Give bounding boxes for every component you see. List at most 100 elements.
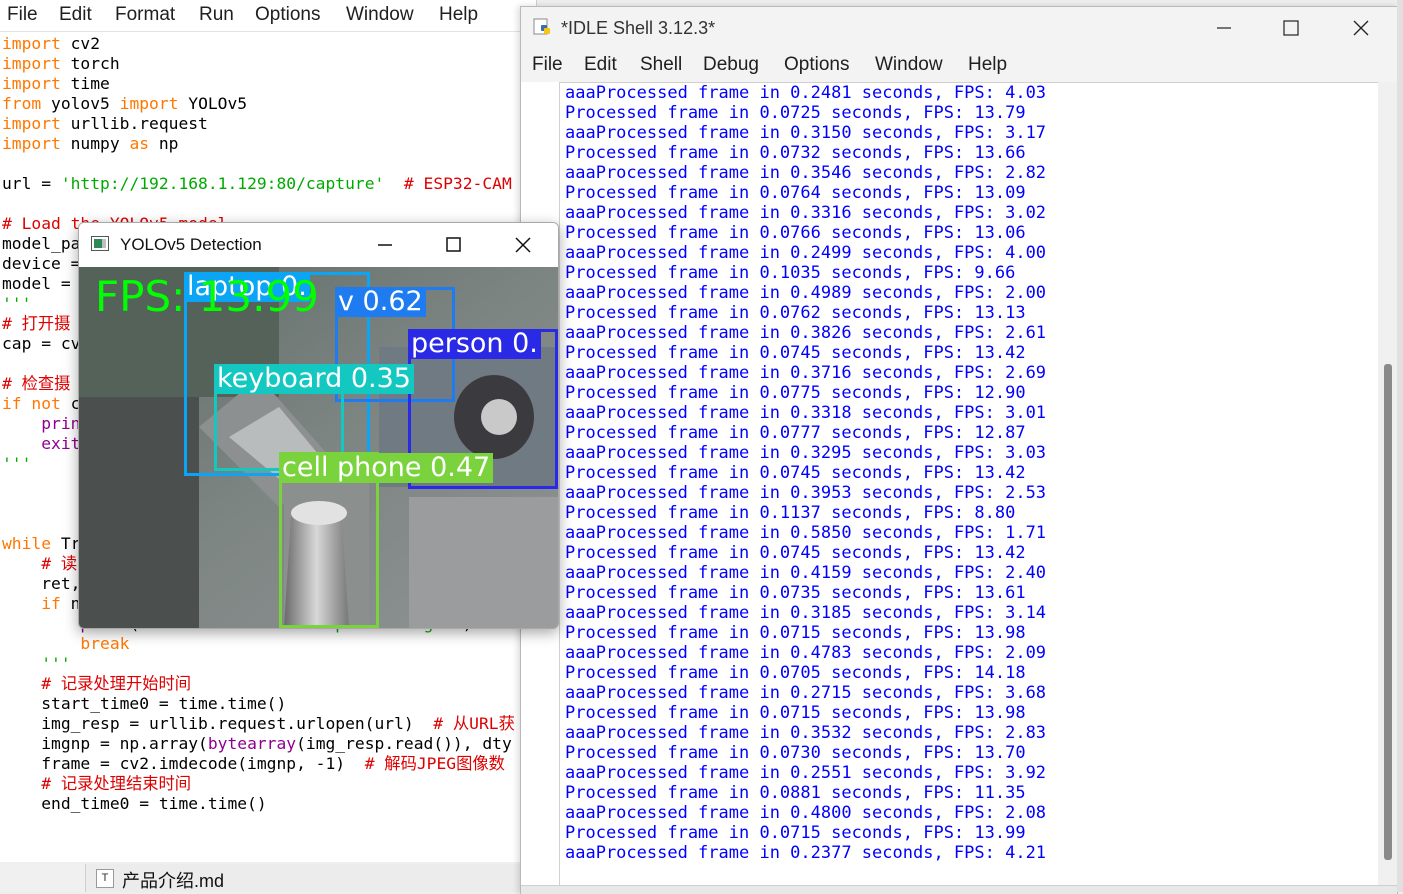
shell-output-line: aaaProcessed frame in 0.4989 seconds, FP… (565, 283, 1047, 303)
shell-output-line: aaaProcessed frame in 0.3185 seconds, FP… (565, 603, 1047, 623)
code-line: break (80, 634, 130, 653)
idle-shell-window: *IDLE Shell 3.12.3* File Edit Shell Debu… (520, 6, 1398, 894)
shell-output-line: aaaProcessed frame in 0.3953 seconds, FP… (565, 483, 1047, 503)
shell-output-line: Processed frame in 0.0762 seconds, FPS: … (565, 303, 1026, 323)
code-line: # 记录处理结束时间 (41, 774, 192, 793)
shell-output-line: aaaProcessed frame in 0.4783 seconds, FP… (565, 643, 1047, 663)
code-line: import cv2 (2, 34, 101, 53)
shell-output-line: Processed frame in 0.0777 seconds, FPS: … (565, 423, 1026, 443)
editor-menu-run[interactable]: Run (199, 4, 234, 26)
python-idle-icon (533, 18, 550, 35)
taskbar-file-item[interactable]: T 产品介绍.md (85, 864, 521, 892)
code-line: import urllib.request (2, 114, 208, 133)
shell-output-line: Processed frame in 0.0735 seconds, FPS: … (565, 583, 1026, 603)
editor-menu-window[interactable]: Window (346, 4, 414, 26)
shell-output-line: Processed frame in 0.1137 seconds, FPS: … (565, 503, 1016, 523)
yolo-maximize-button[interactable] (430, 223, 476, 265)
yolo-detection-window: YOLOv5 Detection laptop 0. v 0.62 person… (78, 222, 559, 629)
shell-output-line: aaaProcessed frame in 0.2551 seconds, FP… (565, 763, 1047, 783)
code-line: end_time0 = time.time() (2, 794, 267, 813)
shell-scrollbar[interactable] (1378, 82, 1397, 885)
editor-menu-file[interactable]: File (7, 4, 38, 26)
shell-output-line: Processed frame in 0.0745 seconds, FPS: … (565, 343, 1026, 363)
desktop-edge (1397, 0, 1403, 892)
shell-output-line: aaaProcessed frame in 0.3716 seconds, FP… (565, 363, 1047, 383)
shell-output-line: Processed frame in 0.0764 seconds, FPS: … (565, 183, 1026, 203)
code-line: frame = cv2.imdecode(imgnp, -1) # 解码JPEG… (2, 754, 505, 773)
shell-output-line: Processed frame in 0.0705 seconds, FPS: … (565, 663, 1026, 683)
shell-output-line: Processed frame in 0.0881 seconds, FPS: … (565, 783, 1026, 803)
shell-output-text: aaaProcessed frame in 0.2481 seconds, FP… (565, 83, 1365, 863)
shell-output-line: aaaProcessed frame in 0.4159 seconds, FP… (565, 563, 1047, 583)
shell-titlebar[interactable]: *IDLE Shell 3.12.3* (521, 7, 1397, 49)
code-line: import torch (2, 54, 120, 73)
detection-label-cell-phone: cell phone 0.47 (279, 453, 494, 483)
shell-output-line: Processed frame in 0.0766 seconds, FPS: … (565, 223, 1026, 243)
shell-output-line: aaaProcessed frame in 0.3295 seconds, FP… (565, 443, 1047, 463)
code-line: imgnp = np.array(bytearray(img_resp.read… (2, 734, 512, 753)
shell-menu-shell[interactable]: Shell (640, 54, 682, 76)
minimize-icon (1217, 27, 1231, 29)
shell-output-line: aaaProcessed frame in 0.3546 seconds, FP… (565, 163, 1047, 183)
shell-output-line: aaaProcessed frame in 0.2499 seconds, FP… (565, 243, 1047, 263)
shell-output-line: Processed frame in 0.0732 seconds, FPS: … (565, 143, 1026, 163)
code-line: from yolov5 import YOLOv5 (2, 94, 248, 113)
shell-menubar: File Edit Shell Debug Options Window Hel… (521, 51, 1397, 81)
shell-maximize-button[interactable] (1268, 7, 1314, 49)
shell-output-line: aaaProcessed frame in 0.3318 seconds, FP… (565, 403, 1047, 423)
shell-output-line: Processed frame in 0.0745 seconds, FPS: … (565, 543, 1026, 563)
maximize-icon (446, 237, 461, 252)
shell-output-line: aaaProcessed frame in 0.2715 seconds, FP… (565, 683, 1047, 703)
code-line: import numpy as np (2, 134, 179, 153)
code-line: start_time0 = time.time() (2, 694, 287, 713)
shell-output-line: Processed frame in 0.0715 seconds, FPS: … (565, 823, 1026, 843)
editor-menu-format[interactable]: Format (115, 4, 175, 26)
shell-scrollbar-thumb[interactable] (1384, 364, 1392, 860)
code-line: url = 'http://192.168.1.129:80/capture' … (2, 174, 512, 193)
editor-menubar: File Edit Format Run Options Window Help (0, 0, 536, 32)
shell-output-line: Processed frame in 0.1035 seconds, FPS: … (565, 263, 1016, 283)
shell-menu-help[interactable]: Help (968, 54, 1007, 76)
shell-output-line: aaaProcessed frame in 0.2377 seconds, FP… (565, 843, 1047, 863)
yolo-minimize-button[interactable] (362, 223, 408, 265)
shell-output-line: aaaProcessed frame in 0.3826 seconds, FP… (565, 323, 1047, 343)
fps-overlay: FPS: 13.99 (95, 272, 319, 321)
yolo-window-title: YOLOv5 Detection (120, 235, 262, 254)
editor-menu-help[interactable]: Help (439, 4, 478, 26)
shell-menu-file[interactable]: File (532, 54, 563, 76)
detection-label-keyboard: keyboard 0.35 (214, 364, 414, 394)
shell-output-line: Processed frame in 0.0715 seconds, FPS: … (565, 623, 1026, 643)
markdown-file-icon: T (96, 869, 114, 888)
shell-output-line: aaaProcessed frame in 0.4800 seconds, FP… (565, 803, 1047, 823)
shell-window-title: *IDLE Shell 3.12.3* (561, 18, 716, 38)
editor-menu-options[interactable]: Options (255, 4, 320, 26)
taskbar-file-name: 产品介绍.md (122, 871, 225, 891)
shell-output-line: aaaProcessed frame in 0.2481 seconds, FP… (565, 83, 1047, 103)
shell-output-line: aaaProcessed frame in 0.3532 seconds, FP… (565, 723, 1047, 743)
shell-output-line: Processed frame in 0.0725 seconds, FPS: … (565, 103, 1026, 123)
yolo-close-button[interactable] (500, 223, 546, 265)
shell-close-button[interactable] (1338, 7, 1384, 49)
close-icon (515, 237, 531, 253)
shell-menu-window[interactable]: Window (875, 54, 943, 76)
maximize-icon (1283, 20, 1299, 36)
shell-menu-options[interactable]: Options (784, 54, 849, 76)
shell-menu-debug[interactable]: Debug (703, 54, 759, 76)
shell-output-line: aaaProcessed frame in 0.5850 seconds, FP… (565, 523, 1047, 543)
yolo-titlebar[interactable]: YOLOv5 Detection (79, 223, 558, 267)
code-line: import time (2, 74, 110, 93)
shell-output-line: Processed frame in 0.0775 seconds, FPS: … (565, 383, 1026, 403)
shell-minimize-button[interactable] (1201, 7, 1247, 49)
shell-output-line: Processed frame in 0.0745 seconds, FPS: … (565, 463, 1026, 483)
shell-output-line: aaaProcessed frame in 0.3316 seconds, FP… (565, 203, 1047, 223)
shell-menu-edit[interactable]: Edit (584, 54, 617, 76)
code-line: # 记录处理开始时间 (41, 674, 192, 693)
editor-menu-edit[interactable]: Edit (59, 4, 92, 26)
camera-frame-view: laptop 0. v 0.62 person 0. keyboard 0.35… (79, 267, 558, 628)
shell-output-line: Processed frame in 0.0730 seconds, FPS: … (565, 743, 1026, 763)
shell-status-bar (521, 885, 1397, 894)
minimize-icon (378, 244, 392, 246)
shell-output-area[interactable]: aaaProcessed frame in 0.2481 seconds, FP… (559, 82, 1379, 887)
